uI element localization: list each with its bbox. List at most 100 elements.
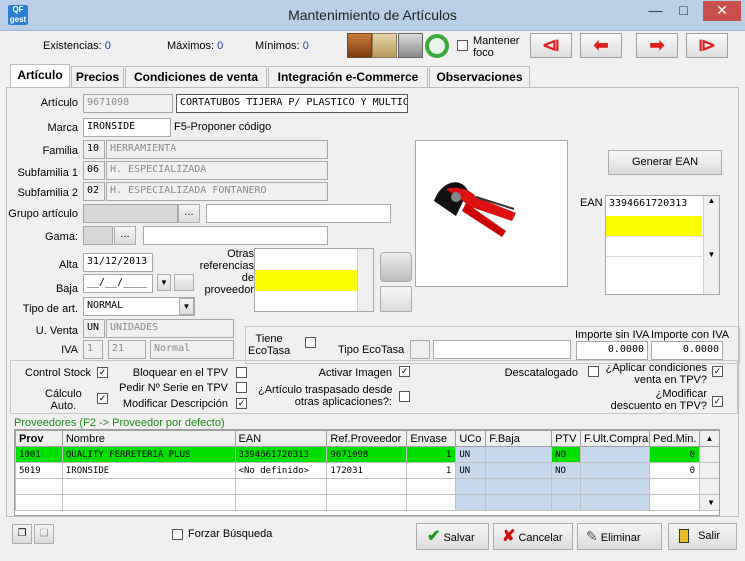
next-record-button[interactable]: ➡ [636,33,678,58]
paste-icon[interactable]: ❑ [34,524,54,544]
col-uco[interactable]: UCo [455,430,487,447]
articulo-code-field[interactable]: 9671098 [83,94,173,113]
modificar-descuento-checkbox[interactable]: ✓ [712,396,723,407]
col-ean[interactable]: EAN [234,430,328,447]
tab-precios[interactable]: Precios [71,66,124,87]
importe-sin-iva-field[interactable]: 0.0000 [576,341,648,360]
close-icon[interactable]: ✕ [703,1,741,21]
table-cell[interactable] [580,446,651,463]
otras-referencias-list[interactable] [254,248,374,312]
copy-icon[interactable]: ❐ [12,524,32,544]
salir-button[interactable]: Salir [668,523,737,550]
table-row[interactable] [15,478,719,495]
eliminar-button[interactable]: ✎ Eliminar [577,523,662,550]
grupo-lookup-button[interactable]: ... [178,204,200,223]
table-cell[interactable]: NO [551,462,582,479]
scrollbar[interactable]: ▲ [698,430,719,447]
table-cell[interactable]: NO [551,446,582,463]
baja-date-field[interactable]: __/__/____ [83,274,153,293]
salvar-button[interactable]: ✔ Salvar [416,523,489,550]
col-f-ult-compra[interactable]: F.Ult.Compra [580,430,651,447]
first-record-button[interactable]: ⧏ [530,33,572,58]
scrollbar[interactable] [698,446,719,463]
references-extra-button[interactable] [380,286,412,312]
subfamilia1-code-field[interactable]: 06 [83,161,105,180]
boxes-icon[interactable] [347,33,372,58]
table-cell[interactable]: 9671098 [326,446,408,463]
activar-imagen-checkbox[interactable]: ✓ [399,366,410,377]
col-ptv[interactable]: PTV [551,430,582,447]
scrollbar[interactable] [698,462,719,479]
aplicar-condiciones-checkbox[interactable]: ✓ [712,366,723,377]
providers-table-container[interactable]: Prov Nombre EAN Ref.Proveedor Envase UCo… [14,429,720,516]
catalog-icon[interactable] [372,33,397,58]
grupo-articulo-field[interactable] [83,204,178,223]
tipo-ecotasa-code-field[interactable] [410,340,430,359]
ecotasa-checkbox[interactable] [305,337,316,348]
baja-clear-button[interactable] [174,274,194,291]
table-row[interactable]: 5019 IRONSIDE <No definido> 172031 1 UN … [15,462,719,479]
familia-code-field[interactable]: 10 [83,140,105,159]
alta-date-field[interactable]: 31/12/2013 [83,253,153,272]
modificar-descripcion-checkbox[interactable]: ✓ [236,398,247,409]
tab-articulo[interactable]: Artículo [10,64,70,88]
maximize-icon[interactable]: □ [670,1,697,21]
table-cell[interactable]: 1 [406,446,457,463]
edit-references-icon[interactable] [380,252,412,282]
table-cell[interactable]: UN [455,462,487,479]
col-ped-min[interactable]: Ped.Min. [649,430,700,447]
table-row[interactable]: ▼ [15,494,719,511]
calculo-auto-checkbox[interactable]: ✓ [97,393,108,404]
bloquear-tpv-checkbox[interactable] [236,367,247,378]
table-cell[interactable] [485,446,553,463]
tab-integracion-ecommerce[interactable]: Integración e-Commerce [268,66,428,87]
iva-code-field[interactable]: 1 [83,340,103,359]
traspasado-checkbox[interactable] [399,391,410,402]
mantener-foco-checkbox[interactable] [457,40,468,51]
col-prov[interactable]: Prov [15,430,63,447]
importe-con-iva-field[interactable]: 0.0000 [651,341,723,360]
col-ref-proveedor[interactable]: Ref.Proveedor [326,430,408,447]
marca-field[interactable]: IRONSIDE [83,118,171,137]
col-envase[interactable]: Envase [406,430,457,447]
table-row[interactable]: 1001 QUALITY FERRETERIA PLUS 33946617203… [15,446,719,463]
gama-field[interactable] [83,226,113,245]
list-item[interactable] [606,216,702,236]
table-cell[interactable]: QUALITY FERRETERIA PLUS [61,446,236,463]
table-cell[interactable]: 0 [649,446,700,463]
table-cell[interactable]: 3394661720313 [234,446,328,463]
table-cell[interactable]: UN [455,446,487,463]
scrollbar[interactable]: ▲ ▼ [703,196,719,294]
table-cell[interactable]: 5019 [15,462,63,479]
chevron-down-icon[interactable]: ▼ [179,298,194,315]
table-cell[interactable]: IRONSIDE [61,462,236,479]
generar-ean-button[interactable]: Generar EAN [608,150,722,175]
baja-dropdown-button[interactable]: ▼ [157,274,171,291]
control-stock-checkbox[interactable]: ✓ [97,367,108,378]
gama-lookup-button[interactable]: ... [114,226,136,245]
tab-condiciones-venta[interactable]: Condiciones de venta [125,66,267,87]
descatalogado-checkbox[interactable] [588,366,599,377]
printer-icon[interactable] [398,33,423,58]
articulo-description-field[interactable]: CORTATUBOS TIJERA P/ PLASTICO Y MULTIC [176,94,408,113]
table-cell[interactable]: 172031 [326,462,408,479]
col-nombre[interactable]: Nombre [61,430,236,447]
table-cell[interactable]: 1 [406,462,457,479]
table-cell[interactable] [485,462,553,479]
refresh-icon[interactable] [425,34,449,58]
previous-record-button[interactable]: ⬅ [580,33,622,58]
list-item[interactable]: 3394661720313 [606,196,702,214]
ean-list[interactable]: 3394661720313 ▲ ▼ [605,195,720,295]
table-cell[interactable]: 1001 [15,446,63,463]
last-record-button[interactable]: ⧐ [686,33,728,58]
forzar-busqueda-checkbox[interactable] [172,529,183,540]
subfamilia2-code-field[interactable]: 02 [83,182,105,201]
minimize-icon[interactable]: — [642,1,669,21]
table-cell[interactable] [580,462,651,479]
u-venta-code-field[interactable]: UN [83,319,105,338]
list-item[interactable] [255,270,357,291]
table-cell[interactable]: 0 [649,462,700,479]
scrollbar[interactable] [357,249,373,311]
pedir-serie-checkbox[interactable] [236,382,247,393]
table-cell[interactable]: <No definido> [234,462,328,479]
